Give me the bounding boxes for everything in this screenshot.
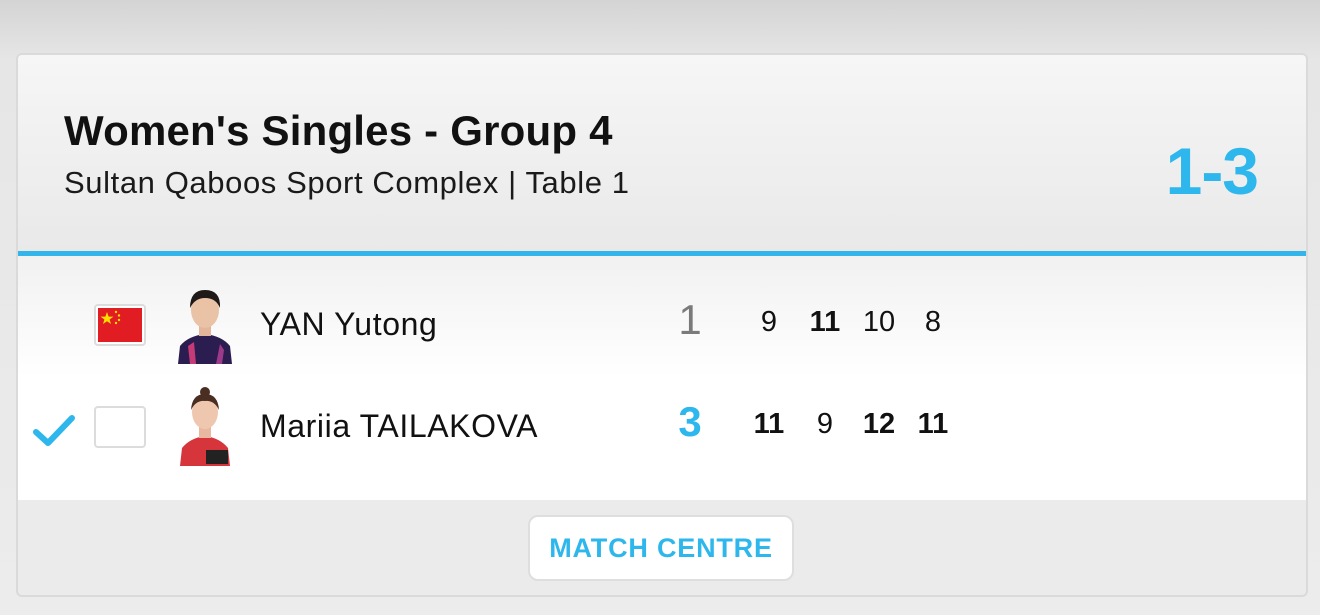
match-score: 1-3 [1165, 134, 1259, 208]
player-row: YAN Yutong 1 9 11 10 8 [18, 284, 1306, 384]
player-row: Mariia TAILAKOVA 3 11 9 12 11 [18, 386, 1306, 486]
match-card: Women's Singles - Group 4 Sultan Qaboos … [16, 53, 1308, 597]
player-name[interactable]: YAN Yutong [260, 306, 437, 343]
set-score: 11 [809, 306, 841, 338]
games-won: 3 [678, 398, 702, 445]
set-score: 9 [760, 306, 778, 338]
player-avatar [174, 386, 236, 466]
match-venue: Sultan Qaboos Sport Complex | Table 1 [64, 165, 630, 200]
match-centre-button[interactable]: MATCH CENTRE [528, 515, 794, 581]
country-flag [94, 406, 146, 448]
match-header: Women's Singles - Group 4 Sultan Qaboos … [18, 55, 1306, 251]
china-flag-icon [98, 308, 142, 342]
set-score: 11 [917, 408, 949, 440]
games-won: 1 [678, 296, 702, 343]
country-flag [94, 304, 146, 346]
set-score: 8 [924, 306, 942, 338]
set-score: 9 [816, 408, 834, 440]
player-avatar [174, 284, 236, 364]
checkmark-icon [32, 408, 78, 454]
players-list: YAN Yutong 1 9 11 10 8 Mariia TAILAKOVA … [18, 256, 1306, 500]
match-title: Women's Singles - Group 4 [64, 107, 613, 154]
set-score: 10 [862, 306, 896, 338]
set-score: 12 [862, 408, 896, 440]
set-score: 11 [753, 408, 785, 440]
player-name[interactable]: Mariia TAILAKOVA [260, 408, 538, 445]
